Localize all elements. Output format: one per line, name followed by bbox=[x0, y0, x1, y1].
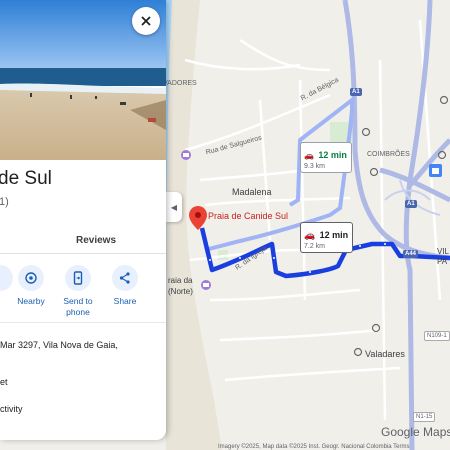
alt-route-distance: 9.3 km bbox=[304, 163, 326, 170]
chevron-left-icon: ◀ bbox=[170, 202, 178, 212]
nearby-icon bbox=[18, 265, 44, 291]
info-line-2[interactable]: et bbox=[0, 377, 8, 387]
poi-shop-icon[interactable] bbox=[429, 164, 442, 177]
share-button[interactable]: Share bbox=[103, 265, 147, 307]
map-label-madalena: Madalena bbox=[232, 187, 272, 197]
map-label-coimbroes: COIMBRÕES bbox=[367, 151, 410, 158]
nearby-button[interactable]: Nearby bbox=[9, 265, 53, 307]
send-to-phone-label: Send to phone bbox=[63, 296, 93, 317]
map-attribution[interactable]: Imagery ©2025, Map data ©2025 Inst. Geog… bbox=[218, 444, 410, 450]
highway-shield-a1: A1 bbox=[405, 200, 417, 208]
tab-reviews[interactable]: Reviews bbox=[76, 235, 116, 246]
info-line-3[interactable]: ctivity bbox=[0, 404, 23, 414]
car-icon: 🚗 bbox=[304, 151, 314, 160]
share-label: Share bbox=[113, 296, 137, 306]
collapse-panel-button[interactable]: ◀ bbox=[166, 192, 182, 222]
share-icon bbox=[112, 265, 138, 291]
primary-route-time: 12 min bbox=[319, 230, 349, 240]
primary-route-distance: 7.2 km bbox=[304, 243, 326, 250]
primary-route-time-box[interactable]: 🚗 12 min 7.2 km bbox=[300, 222, 354, 253]
map-label-praia-da-2: (Norte) bbox=[168, 287, 193, 296]
send-to-phone-icon bbox=[65, 265, 91, 291]
highway-shield-a1: A1 bbox=[350, 88, 362, 96]
map-label-vila: VIL bbox=[437, 247, 450, 256]
road-shield-n1-15: N1-15 bbox=[413, 412, 436, 422]
nearby-label: Nearby bbox=[17, 296, 45, 306]
car-icon: 🚗 bbox=[304, 230, 316, 240]
alt-route-time-box[interactable]: 🚗 12 min 9.3 km bbox=[300, 142, 352, 173]
tabs-divider bbox=[0, 253, 166, 254]
pin-label[interactable]: Praia de Canide Sul bbox=[208, 211, 288, 221]
alt-route-time: 12 min bbox=[318, 150, 347, 160]
highway-shield-a44: A44 bbox=[403, 250, 419, 258]
place-subtitle: 1) bbox=[0, 196, 9, 208]
map-label-pa: PA bbox=[437, 257, 448, 266]
place-panel: de Sul 1) Reviews Nearby Send to phone S… bbox=[0, 0, 166, 440]
road-shield-n109: N109-1 bbox=[424, 331, 450, 341]
map-label-valadares: Valadares bbox=[365, 349, 405, 359]
google-maps-logo: Google Maps bbox=[381, 425, 450, 439]
close-icon bbox=[141, 16, 151, 26]
poi-camera-icon[interactable] bbox=[181, 150, 191, 160]
map-label-praia-da-1: raia da bbox=[168, 276, 193, 285]
map-label-salvadores: VADORES bbox=[163, 80, 197, 87]
place-title: de Sul bbox=[0, 168, 52, 189]
send-to-phone-button[interactable]: Send to phone bbox=[56, 265, 100, 318]
close-button[interactable] bbox=[132, 7, 160, 35]
address-text[interactable]: Mar 3297, Vila Nova de Gaia, bbox=[0, 340, 118, 350]
section-divider bbox=[0, 322, 166, 323]
poi-camera-icon[interactable] bbox=[201, 280, 211, 290]
